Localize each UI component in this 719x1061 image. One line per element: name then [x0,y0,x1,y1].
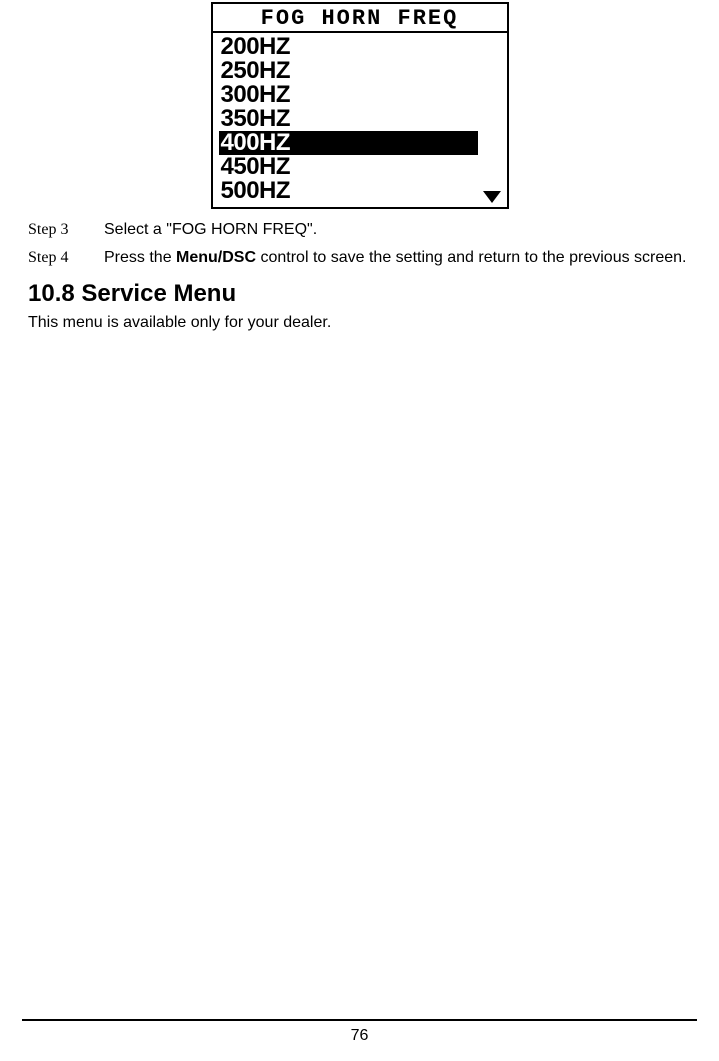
lcd-item: 250HZ [219,59,501,83]
text-bold: Menu/DSC [176,249,256,266]
step-label: Step 4 [28,247,80,269]
lcd-body: 200HZ 250HZ 300HZ 350HZ 400HZ 450HZ 500H… [213,33,507,207]
step-row: Step 4 Press the Menu/DSC control to sav… [28,247,691,269]
lcd-item: 500HZ [219,179,501,203]
text: ". [307,221,317,238]
lcd-item: 200HZ [219,35,501,59]
lcd-item-selected: 400HZ [219,131,478,155]
lcd-item: 350HZ [219,107,501,131]
lcd-title: FOG HORN FREQ [213,4,507,33]
step-text: Select a "FOG HORN FREQ". [104,219,691,241]
lcd-item: 300HZ [219,83,501,107]
step-row: Step 3 Select a "FOG HORN FREQ". [28,219,691,241]
section-heading: 10.8 Service Menu [28,280,691,308]
chevron-down-icon [483,191,501,203]
lcd-screenshot: FOG HORN FREQ 200HZ 250HZ 300HZ 350HZ 40… [28,2,691,209]
text: control to save the setting and return t… [256,249,686,266]
page-number: 76 [0,1027,719,1045]
steps-block: Step 3 Select a "FOG HORN FREQ". Step 4 … [28,219,691,268]
page: FOG HORN FREQ 200HZ 250HZ 300HZ 350HZ 40… [0,2,719,1061]
lcd-item: 450HZ [219,155,501,179]
lcd-display: FOG HORN FREQ 200HZ 250HZ 300HZ 350HZ 40… [211,2,509,209]
footer-divider [22,1019,697,1021]
text: Select a " [104,221,172,238]
section-body: This menu is available only for your dea… [28,314,691,332]
step-label: Step 3 [28,219,80,241]
step-text: Press the Menu/DSC control to save the s… [104,247,691,269]
page-footer: 76 [0,1019,719,1045]
text: Press the [104,249,176,266]
text: FOG HORN FREQ [172,221,307,238]
